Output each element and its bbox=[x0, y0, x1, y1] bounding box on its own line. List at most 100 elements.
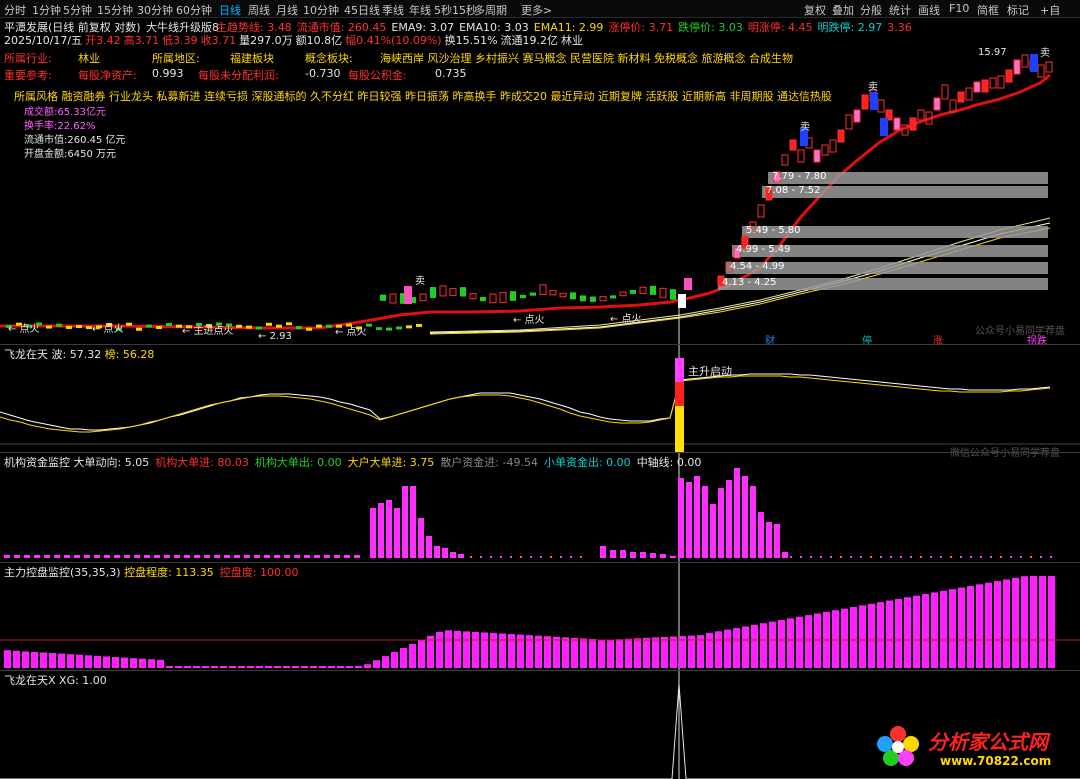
candle-up bbox=[449, 288, 457, 296]
control-bar bbox=[778, 619, 785, 668]
control-bar bbox=[22, 651, 29, 668]
control-bar bbox=[1048, 576, 1055, 668]
candle-rise bbox=[877, 99, 885, 113]
control-bar bbox=[643, 637, 650, 668]
institution-small-bar bbox=[264, 555, 270, 558]
flat-candle bbox=[136, 327, 142, 331]
panel3-item-1: 机构大单进: 80.03 bbox=[155, 456, 249, 469]
control-bar bbox=[715, 631, 722, 668]
divider-3 bbox=[0, 562, 1080, 563]
control-bar bbox=[220, 666, 227, 668]
institution-small-bar bbox=[54, 555, 60, 558]
institution-dot bbox=[1040, 556, 1042, 558]
support-band-label-0: 7.79 - 7.80 bbox=[772, 171, 827, 182]
candle-up bbox=[639, 286, 647, 295]
control-bar bbox=[85, 655, 92, 668]
institution-bar bbox=[458, 554, 464, 558]
institution-dot bbox=[1000, 556, 1002, 558]
panel2-bar-magenta bbox=[675, 358, 684, 382]
flat-candle bbox=[156, 326, 162, 330]
control-bar bbox=[958, 587, 965, 668]
candle-down bbox=[520, 294, 526, 299]
institution-bar bbox=[678, 478, 684, 558]
candle-rise bbox=[1005, 69, 1013, 83]
sell-candle-1 bbox=[870, 92, 878, 110]
institution-dot bbox=[850, 556, 852, 558]
control-bar bbox=[292, 666, 299, 668]
institution-bar bbox=[702, 486, 708, 558]
candle-up bbox=[419, 293, 427, 302]
candle-up bbox=[549, 290, 557, 296]
institution-bar bbox=[742, 476, 748, 558]
candle-rise bbox=[837, 129, 845, 143]
candle-rise bbox=[965, 87, 973, 101]
control-bar bbox=[535, 635, 542, 668]
institution-bar bbox=[442, 548, 448, 558]
institution-dot bbox=[500, 556, 502, 558]
institution-dot bbox=[950, 556, 952, 558]
institution-small-bar bbox=[134, 555, 140, 558]
control-bar bbox=[922, 594, 929, 668]
institution-bar bbox=[718, 488, 724, 558]
institution-small-bar bbox=[234, 555, 240, 558]
control-bar bbox=[769, 621, 776, 668]
control-bar bbox=[562, 637, 569, 668]
site-logo-url: www.70822.com bbox=[940, 754, 1052, 768]
control-bar bbox=[814, 613, 821, 668]
candle-rise bbox=[917, 109, 925, 121]
sell-candle-3 bbox=[1030, 54, 1038, 72]
control-bar bbox=[454, 630, 461, 668]
control-bar bbox=[706, 632, 713, 668]
panel5-name: 飞龙在天X bbox=[4, 674, 56, 687]
panel3-item-3: 大户大单进: 3.75 bbox=[347, 456, 435, 469]
main-watermark: 公众号小易同学荐盘 bbox=[975, 326, 1065, 337]
control-bar bbox=[427, 635, 434, 668]
institution-bar bbox=[766, 522, 772, 558]
institution-dot bbox=[900, 556, 902, 558]
flat-candle bbox=[76, 324, 82, 328]
institution-small-bar bbox=[324, 555, 330, 558]
sell-signal-3: 卖 bbox=[1040, 48, 1050, 59]
candle-rise bbox=[997, 75, 1005, 89]
control-bar bbox=[967, 585, 974, 668]
control-bar bbox=[886, 600, 893, 668]
institution-small-bar bbox=[244, 555, 250, 558]
flat-candle bbox=[246, 325, 252, 329]
candle-rise bbox=[1037, 64, 1045, 78]
institution-dot bbox=[550, 556, 552, 558]
control-bar bbox=[103, 656, 110, 668]
candle-up bbox=[559, 292, 567, 298]
control-bar bbox=[265, 666, 272, 668]
institution-dot bbox=[970, 556, 972, 558]
panel4-title: 主力控盘监控(35,35,3) 控盘程度: 113.35 控盘度: 100.00 bbox=[4, 564, 304, 580]
candle-rise bbox=[845, 114, 853, 130]
institution-bar bbox=[610, 550, 616, 558]
panel3-item-4: 散户资金进: -49.54 bbox=[440, 456, 538, 469]
control-bar bbox=[346, 666, 353, 668]
panel2-name: 飞龙在天 bbox=[4, 348, 48, 361]
candle-up bbox=[389, 293, 397, 304]
control-bar bbox=[607, 639, 614, 668]
institution-bar bbox=[630, 552, 636, 558]
institution-dot bbox=[820, 556, 822, 558]
control-bar bbox=[256, 666, 263, 668]
control-bar bbox=[580, 638, 587, 668]
control-bar bbox=[40, 652, 47, 668]
flat-candle bbox=[126, 322, 132, 326]
control-bar bbox=[994, 581, 1001, 668]
institution-bar bbox=[370, 508, 376, 558]
candle-down bbox=[430, 287, 436, 298]
ignite-signal-4: ← 点火 bbox=[610, 314, 642, 325]
control-bar bbox=[94, 655, 101, 668]
ignite-signal-3: ← 点火 bbox=[513, 315, 545, 326]
control-bar bbox=[598, 639, 605, 668]
panel2-v2: 榜: 56.28 bbox=[104, 348, 155, 361]
flat-candle bbox=[266, 322, 272, 326]
institution-small-bar bbox=[314, 555, 320, 558]
candle-rise bbox=[1013, 59, 1021, 75]
control-bar bbox=[211, 666, 218, 668]
institution-bar bbox=[426, 536, 432, 558]
control-bar bbox=[481, 632, 488, 668]
institution-dot bbox=[980, 556, 982, 558]
control-bar bbox=[382, 656, 389, 668]
